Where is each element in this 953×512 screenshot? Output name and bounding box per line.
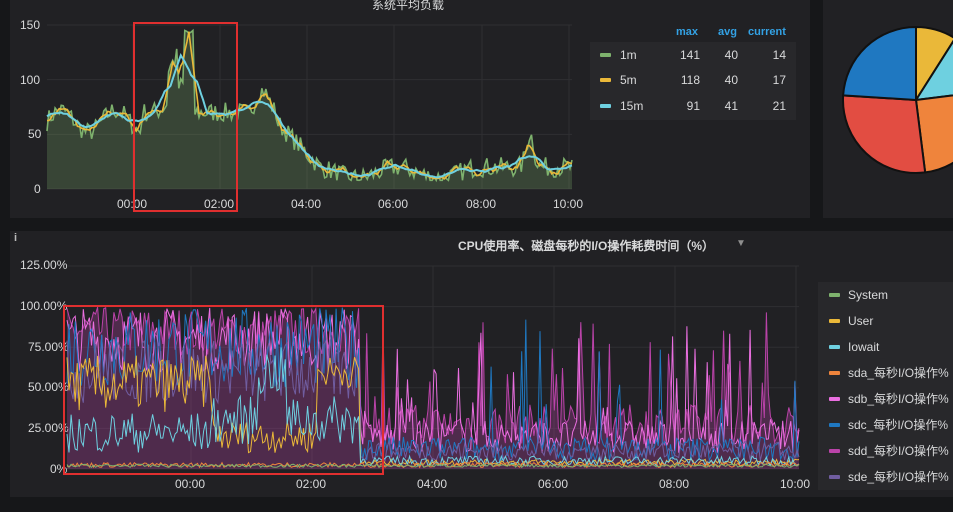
- legend-max: 91: [686, 99, 700, 113]
- highlight-box-load: [133, 22, 238, 212]
- legend-current: 21: [772, 99, 786, 113]
- legend-swatch: [829, 319, 840, 323]
- info-icon[interactable]: i: [14, 232, 17, 244]
- cpu-y-tick: 125.00%: [20, 258, 68, 272]
- load-x-tick: 10:00: [553, 197, 584, 211]
- legend-series-name: 5m: [620, 73, 637, 87]
- legend-series-name: 1m: [620, 48, 637, 62]
- legend-label: sdd_每秒I/O操作%: [848, 444, 949, 458]
- cpu-panel-title[interactable]: CPU使用率、磁盘每秒的I/O操作耗费时间（%）: [458, 237, 714, 254]
- load-y-tick-100: 100: [20, 73, 41, 87]
- legend-swatch: [829, 423, 840, 427]
- legend-label: Iowait: [848, 340, 880, 354]
- legend-swatch: [829, 449, 840, 453]
- legend-label: System: [848, 288, 889, 302]
- load-x-tick: 06:00: [378, 197, 409, 211]
- legend-swatch: [829, 397, 840, 401]
- load-y-tick-0: 0: [34, 182, 41, 196]
- legend-label: sde_每秒I/O操作%: [848, 470, 949, 484]
- legend-avg: 40: [724, 48, 738, 62]
- legend-swatch: [829, 345, 840, 349]
- highlight-box-cpu: [63, 305, 384, 475]
- load-y-tick-150: 150: [20, 18, 41, 32]
- legend-avg: 40: [724, 73, 738, 87]
- legend-header-avg[interactable]: avg: [718, 26, 737, 38]
- legend-header-current[interactable]: current: [748, 26, 786, 38]
- legend-label: sdc_每秒I/O操作%: [848, 418, 949, 432]
- legend-max: 141: [679, 48, 700, 62]
- legend-swatch: [829, 371, 840, 375]
- legend-label: sda_每秒I/O操作%: [848, 366, 949, 380]
- legend-swatch: [829, 293, 840, 297]
- cpu-x-tick: 04:00: [417, 477, 448, 491]
- load-x-tick: 04:00: [291, 197, 322, 211]
- cpu-x-tick: 10:00: [780, 477, 811, 491]
- legend-current: 17: [772, 73, 786, 87]
- legend-swatch: [600, 104, 611, 108]
- legend-row-15m[interactable]: 15m 91 41 21: [590, 93, 796, 119]
- legend-max: 118: [680, 73, 700, 87]
- load-x-tick: 08:00: [466, 197, 497, 211]
- legend-current: 14: [772, 48, 786, 62]
- legend-label: sdb_每秒I/O操作%: [848, 392, 949, 406]
- legend-label: User: [848, 314, 874, 328]
- legend-avg: 41: [724, 99, 738, 113]
- cpu-y-tick: 100.00%: [20, 299, 68, 313]
- legend-swatch: [600, 78, 611, 82]
- caret-down-icon[interactable]: ▼: [736, 238, 746, 249]
- legend-series-name: 15m: [620, 99, 644, 113]
- cpu-x-tick: 02:00: [296, 477, 327, 491]
- load-panel-title[interactable]: 系统平均负载: [372, 0, 444, 13]
- legend-swatch: [829, 475, 840, 479]
- legend-header-max[interactable]: max: [676, 26, 698, 38]
- cpu-x-tick: 00:00: [175, 477, 206, 491]
- legend-swatch: [600, 53, 611, 57]
- cpu-x-tick: 08:00: [659, 477, 690, 491]
- load-y-tick-50: 50: [28, 127, 42, 141]
- legend-row-1m[interactable]: 1m 141 40 14: [590, 42, 796, 68]
- cpu-x-tick: 06:00: [538, 477, 569, 491]
- legend-row-5m[interactable]: 5m 118 40 17: [590, 67, 796, 93]
- pie-panel: [823, 0, 953, 218]
